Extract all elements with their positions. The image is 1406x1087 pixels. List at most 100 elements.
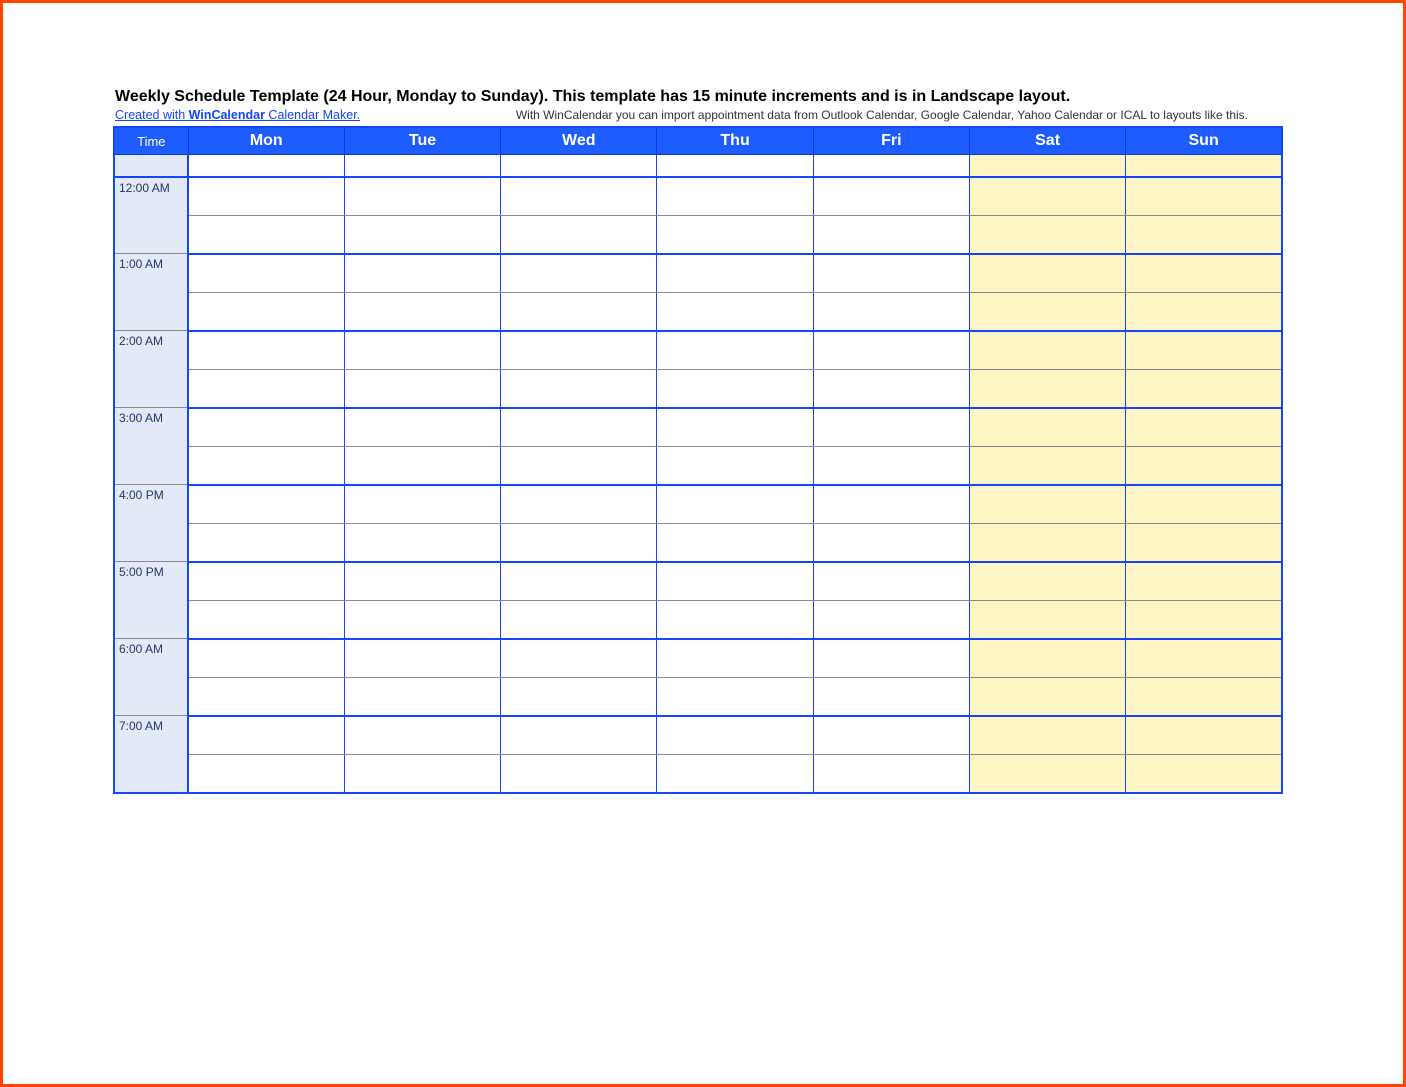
schedule-cell[interactable] bbox=[813, 254, 969, 293]
schedule-cell[interactable] bbox=[657, 215, 813, 254]
schedule-cell[interactable] bbox=[657, 369, 813, 408]
schedule-cell[interactable] bbox=[1126, 677, 1282, 716]
schedule-cell[interactable] bbox=[344, 292, 500, 331]
schedule-cell[interactable] bbox=[813, 677, 969, 716]
schedule-cell[interactable] bbox=[344, 215, 500, 254]
schedule-cell[interactable] bbox=[1126, 292, 1282, 331]
schedule-cell[interactable] bbox=[501, 754, 657, 793]
schedule-cell[interactable] bbox=[501, 369, 657, 408]
schedule-cell[interactable] bbox=[969, 485, 1125, 524]
schedule-cell[interactable] bbox=[344, 408, 500, 447]
schedule-cell[interactable] bbox=[188, 677, 344, 716]
schedule-cell[interactable] bbox=[344, 639, 500, 678]
schedule-cell[interactable] bbox=[1126, 155, 1282, 177]
schedule-cell[interactable] bbox=[188, 215, 344, 254]
schedule-cell[interactable] bbox=[657, 677, 813, 716]
schedule-cell[interactable] bbox=[657, 177, 813, 216]
schedule-cell[interactable] bbox=[344, 331, 500, 370]
schedule-cell[interactable] bbox=[501, 446, 657, 485]
schedule-cell[interactable] bbox=[657, 754, 813, 793]
schedule-cell[interactable] bbox=[188, 523, 344, 562]
schedule-cell[interactable] bbox=[813, 639, 969, 678]
schedule-cell[interactable] bbox=[344, 254, 500, 293]
schedule-cell[interactable] bbox=[657, 600, 813, 639]
schedule-cell[interactable] bbox=[969, 177, 1125, 216]
schedule-cell[interactable] bbox=[813, 485, 969, 524]
schedule-cell[interactable] bbox=[344, 754, 500, 793]
schedule-cell[interactable] bbox=[657, 523, 813, 562]
schedule-cell[interactable] bbox=[344, 677, 500, 716]
schedule-cell[interactable] bbox=[501, 215, 657, 254]
schedule-cell[interactable] bbox=[657, 155, 813, 177]
schedule-cell[interactable] bbox=[657, 292, 813, 331]
schedule-cell[interactable] bbox=[1126, 600, 1282, 639]
schedule-cell[interactable] bbox=[501, 177, 657, 216]
schedule-cell[interactable] bbox=[813, 754, 969, 793]
schedule-cell[interactable] bbox=[188, 292, 344, 331]
schedule-cell[interactable] bbox=[813, 408, 969, 447]
schedule-cell[interactable] bbox=[344, 716, 500, 755]
schedule-cell[interactable] bbox=[344, 485, 500, 524]
schedule-cell[interactable] bbox=[1126, 408, 1282, 447]
schedule-cell[interactable] bbox=[501, 600, 657, 639]
schedule-cell[interactable] bbox=[813, 215, 969, 254]
schedule-cell[interactable] bbox=[344, 155, 500, 177]
schedule-cell[interactable] bbox=[969, 254, 1125, 293]
schedule-cell[interactable] bbox=[1126, 369, 1282, 408]
schedule-cell[interactable] bbox=[1126, 254, 1282, 293]
schedule-cell[interactable] bbox=[1126, 177, 1282, 216]
schedule-cell[interactable] bbox=[1126, 215, 1282, 254]
schedule-cell[interactable] bbox=[1126, 446, 1282, 485]
schedule-cell[interactable] bbox=[501, 254, 657, 293]
schedule-cell[interactable] bbox=[969, 331, 1125, 370]
schedule-cell[interactable] bbox=[501, 292, 657, 331]
schedule-cell[interactable] bbox=[344, 369, 500, 408]
schedule-cell[interactable] bbox=[344, 523, 500, 562]
schedule-cell[interactable] bbox=[501, 677, 657, 716]
schedule-cell[interactable] bbox=[188, 331, 344, 370]
schedule-cell[interactable] bbox=[969, 408, 1125, 447]
schedule-cell[interactable] bbox=[1126, 639, 1282, 678]
schedule-cell[interactable] bbox=[1126, 562, 1282, 601]
schedule-cell[interactable] bbox=[188, 369, 344, 408]
schedule-cell[interactable] bbox=[969, 600, 1125, 639]
schedule-cell[interactable] bbox=[969, 446, 1125, 485]
schedule-cell[interactable] bbox=[501, 331, 657, 370]
schedule-cell[interactable] bbox=[501, 716, 657, 755]
schedule-cell[interactable] bbox=[188, 639, 344, 678]
schedule-cell[interactable] bbox=[813, 331, 969, 370]
schedule-cell[interactable] bbox=[657, 716, 813, 755]
schedule-cell[interactable] bbox=[344, 446, 500, 485]
schedule-cell[interactable] bbox=[1126, 331, 1282, 370]
schedule-cell[interactable] bbox=[969, 639, 1125, 678]
schedule-cell[interactable] bbox=[813, 177, 969, 216]
schedule-cell[interactable] bbox=[501, 155, 657, 177]
schedule-cell[interactable] bbox=[813, 292, 969, 331]
schedule-cell[interactable] bbox=[813, 562, 969, 601]
schedule-cell[interactable] bbox=[188, 177, 344, 216]
schedule-cell[interactable] bbox=[657, 485, 813, 524]
schedule-cell[interactable] bbox=[344, 177, 500, 216]
schedule-cell[interactable] bbox=[188, 446, 344, 485]
schedule-cell[interactable] bbox=[969, 155, 1125, 177]
schedule-cell[interactable] bbox=[188, 600, 344, 639]
schedule-cell[interactable] bbox=[969, 754, 1125, 793]
schedule-cell[interactable] bbox=[657, 331, 813, 370]
schedule-cell[interactable] bbox=[501, 485, 657, 524]
schedule-cell[interactable] bbox=[657, 254, 813, 293]
schedule-cell[interactable] bbox=[188, 562, 344, 601]
schedule-cell[interactable] bbox=[813, 523, 969, 562]
schedule-cell[interactable] bbox=[969, 523, 1125, 562]
schedule-cell[interactable] bbox=[657, 639, 813, 678]
schedule-cell[interactable] bbox=[969, 716, 1125, 755]
credit-link[interactable]: Created with WinCalendar Calendar Maker. bbox=[115, 108, 360, 122]
schedule-cell[interactable] bbox=[501, 408, 657, 447]
schedule-cell[interactable] bbox=[657, 562, 813, 601]
schedule-cell[interactable] bbox=[813, 600, 969, 639]
schedule-cell[interactable] bbox=[969, 292, 1125, 331]
schedule-cell[interactable] bbox=[188, 254, 344, 293]
schedule-cell[interactable] bbox=[969, 562, 1125, 601]
schedule-cell[interactable] bbox=[813, 155, 969, 177]
schedule-cell[interactable] bbox=[188, 716, 344, 755]
schedule-cell[interactable] bbox=[813, 716, 969, 755]
